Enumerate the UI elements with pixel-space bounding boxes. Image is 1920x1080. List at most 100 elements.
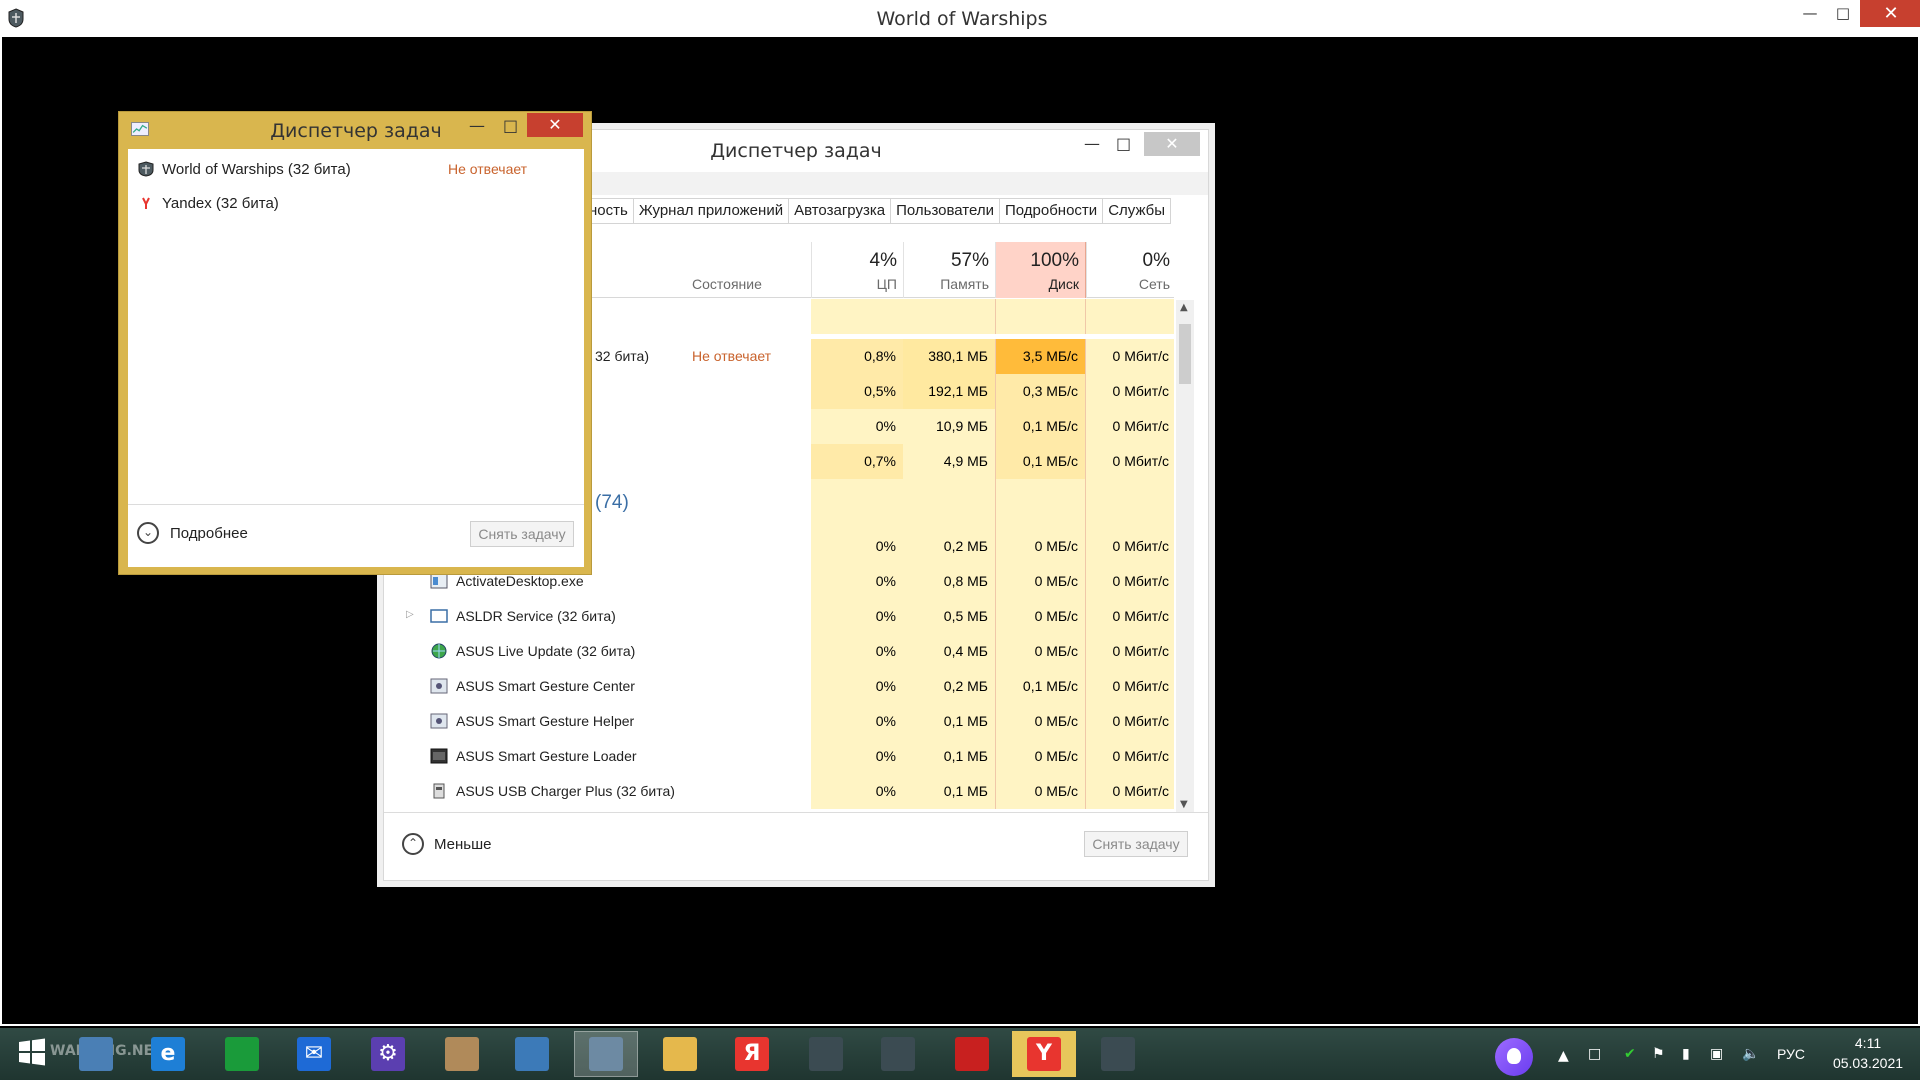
tm-footer: ⌃ Меньше Снять задачу — [384, 812, 1208, 880]
taskbar-button[interactable] — [0, 1031, 64, 1077]
table-row[interactable]: ▷ ASLDR Service (32 бита) 0% 0,5 МБ 0 МБ… — [384, 599, 1174, 634]
taskbar-button[interactable]: ⚙ — [356, 1031, 420, 1077]
task-manager-icon — [589, 1037, 623, 1071]
app-name: World of Warships (32 бита) — [162, 161, 351, 178]
taskbar-button[interactable]: Я — [720, 1031, 784, 1077]
cell-blank — [1086, 299, 1174, 334]
fewer-details-link[interactable]: Меньше — [434, 836, 491, 853]
list-item[interactable]: World of Warships (32 бита) Не отвечает — [138, 159, 578, 181]
taskbar-button[interactable] — [866, 1031, 930, 1077]
alice-assistant-icon[interactable] — [1495, 1038, 1533, 1076]
game-titlebar[interactable]: World of Warships — □ ✕ — [2, 0, 1920, 37]
taskbar-button[interactable] — [794, 1031, 858, 1077]
tray-overflow-icon[interactable]: ▲ — [1558, 1048, 1569, 1064]
flag-icon[interactable]: ⚑ — [1652, 1046, 1665, 1062]
taskbar-button[interactable]: ✉ — [282, 1031, 346, 1077]
notification-icon[interactable]: □ — [1588, 1046, 1601, 1062]
process-name: 32 бита) — [595, 348, 650, 364]
memory-label: Память — [940, 276, 989, 292]
disk-cell: 0 МБ/с — [995, 564, 1086, 599]
table-row[interactable]: ASUS Live Update (32 бита) 0% 0,4 МБ 0 М… — [384, 634, 1174, 669]
table-row[interactable]: ASUS Smart Gesture Center 0% 0,2 МБ 0,1 … — [384, 669, 1174, 704]
expand-chevron-icon[interactable]: ▷ — [406, 609, 414, 620]
taskbar-button[interactable]: e — [136, 1031, 200, 1077]
process-state: Не отвечает — [692, 348, 772, 364]
language-indicator[interactable]: РУС — [1777, 1046, 1805, 1062]
taskbar-button[interactable]: Y — [1012, 1031, 1076, 1077]
tm-minimize-button[interactable]: — — [1084, 134, 1100, 153]
network-icon[interactable]: ▣ — [1710, 1046, 1723, 1062]
taskbar-button[interactable] — [648, 1031, 712, 1077]
column-memory[interactable]: 57% Память — [903, 242, 995, 298]
vertical-scrollbar[interactable]: ▲ ▼ — [1176, 300, 1194, 812]
taskbar-button[interactable] — [210, 1031, 274, 1077]
tab-startup[interactable]: Автозагрузка — [789, 198, 892, 224]
column-cpu[interactable]: 4% ЦП — [811, 242, 903, 298]
column-state[interactable]: Состояние — [692, 276, 762, 292]
cell-blank — [995, 479, 1086, 529]
task-manager-window-compact: Диспетчер задач — □ ✕ World of Warships … — [118, 111, 592, 575]
table-row[interactable]: ASUS Smart Gesture Loader 0% 0,1 МБ 0 МБ… — [384, 739, 1174, 774]
memory-cell: 380,1 МБ — [903, 339, 995, 374]
battery-icon[interactable]: ▮ — [1682, 1046, 1690, 1062]
tab-users[interactable]: Пользователи — [891, 198, 1000, 224]
scroll-thumb[interactable] — [1179, 324, 1191, 384]
taskbar-button[interactable] — [1086, 1031, 1150, 1077]
table-row[interactable]: ASUS USB Charger Plus (32 бита) 0% 0,1 М… — [384, 774, 1174, 809]
game-close-button[interactable]: ✕ — [1860, 0, 1920, 27]
network-cell: 0 Мбит/с — [1086, 739, 1174, 774]
game-minimize-button[interactable]: — — [1795, 0, 1825, 27]
column-network[interactable]: 0% Сеть — [1086, 242, 1176, 298]
clock-date: 05.03.2021 — [1832, 1055, 1904, 1071]
chevron-down-icon[interactable]: ⌄ — [137, 522, 159, 544]
end-task-button[interactable]: Снять задачу — [470, 521, 574, 547]
minimize-icon: — — [1084, 134, 1100, 153]
list-item[interactable]: Yandex (32 бита) — [138, 193, 578, 215]
tm-small-close-button[interactable]: ✕ — [527, 113, 583, 137]
taskbar-button[interactable] — [500, 1031, 564, 1077]
cell-blank — [1086, 479, 1174, 529]
cpu-label: ЦП — [876, 276, 897, 292]
more-details-link[interactable]: Подробнее — [170, 525, 248, 542]
chevron-up-icon[interactable]: ⌃ — [402, 833, 424, 855]
world-of-warships-icon — [809, 1037, 843, 1071]
cpu-cell: 0% — [811, 774, 903, 809]
end-task-button[interactable]: Снять задачу — [1084, 831, 1188, 857]
tm-small-maximize-button[interactable]: □ — [503, 116, 518, 135]
clock-time: 4:11 — [1854, 1035, 1882, 1051]
scroll-up-icon[interactable]: ▲ — [1180, 302, 1188, 313]
taskbar-button[interactable] — [430, 1031, 494, 1077]
table-row[interactable]: ASUS Smart Gesture Helper 0% 0,1 МБ 0 МБ… — [384, 704, 1174, 739]
tab-app-history[interactable]: Журнал приложений — [633, 198, 790, 224]
volume-icon[interactable]: 🔈 — [1742, 1046, 1759, 1062]
disk-cell: 0 МБ/с — [995, 739, 1086, 774]
column-disk[interactable]: 100% Диск — [995, 242, 1086, 298]
maximize-icon: □ — [1116, 134, 1132, 153]
cell-blank — [903, 479, 995, 529]
cpu-cell: 0% — [811, 739, 903, 774]
tab-services[interactable]: Службы — [1103, 198, 1172, 224]
game-maximize-button[interactable]: □ — [1828, 0, 1858, 27]
globe-update-icon — [431, 643, 447, 659]
taskbar-button[interactable] — [64, 1031, 128, 1077]
tab-details[interactable]: Подробности — [999, 198, 1104, 224]
network-cell: 0 Мбит/с — [1086, 529, 1174, 564]
close-icon: ✕ — [1883, 3, 1899, 24]
memory-percent: 57% — [950, 250, 989, 271]
game-window-title: World of Warships — [876, 8, 1048, 30]
tm-small-minimize-button[interactable]: — — [469, 116, 485, 135]
disk-label: Диск — [1048, 276, 1079, 292]
disk-cell: 0 МБ/с — [995, 704, 1086, 739]
tm-close-button[interactable]: ✕ — [1144, 132, 1200, 156]
window-frame-icon — [430, 609, 448, 623]
taskbar-button[interactable] — [940, 1031, 1004, 1077]
memory-cell: 0,2 МБ — [903, 669, 995, 704]
clock[interactable]: 4:11 05.03.2021 — [1826, 1033, 1910, 1073]
yandex-icon — [139, 196, 153, 210]
taskbar-button[interactable] — [574, 1031, 638, 1077]
cpu-cell: 0% — [811, 564, 903, 599]
cpu-cell: 0% — [811, 704, 903, 739]
shield-icon[interactable]: ✔ — [1624, 1046, 1636, 1062]
scroll-down-icon[interactable]: ▼ — [1180, 799, 1188, 810]
tm-maximize-button[interactable]: □ — [1116, 134, 1131, 153]
